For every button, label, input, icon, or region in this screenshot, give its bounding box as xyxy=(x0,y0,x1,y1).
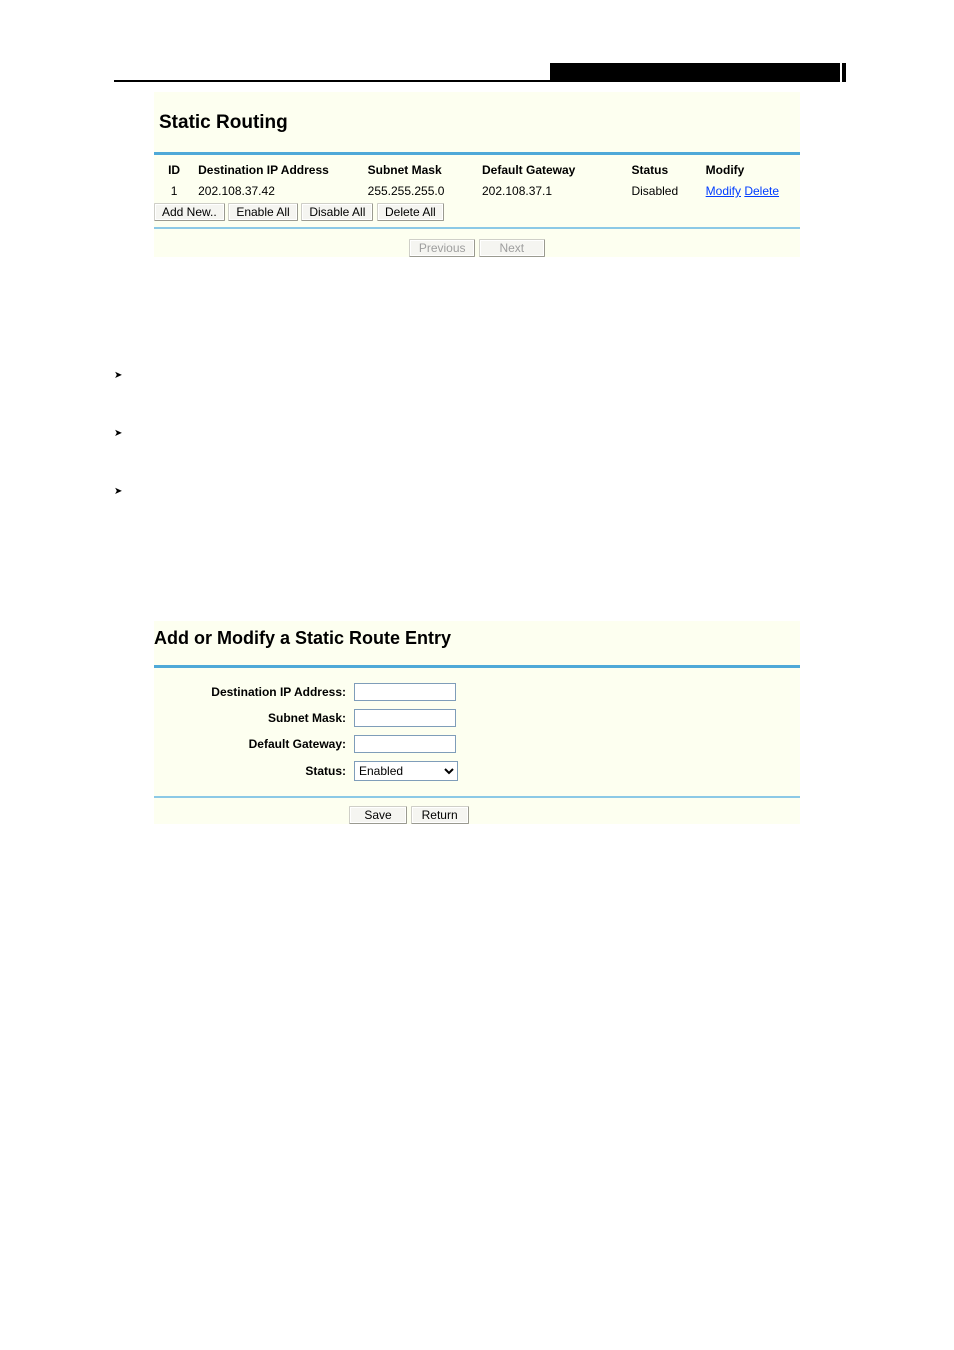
cell-actions: Modify Delete xyxy=(706,181,800,201)
toolbar-row: Add New.. Enable All Disable All Delete … xyxy=(154,203,800,221)
label-gateway: Default Gateway: xyxy=(156,732,352,756)
list-item: ➤ xyxy=(114,425,840,443)
routing-table: ID Destination IP Address Subnet Mask De… xyxy=(154,159,800,201)
cell-status: Disabled xyxy=(631,181,705,201)
static-routing-panel: Static Routing ID Destination IP Address… xyxy=(154,92,800,257)
add-new-button[interactable]: Add New.. xyxy=(154,203,225,221)
table-header-row: ID Destination IP Address Subnet Mask De… xyxy=(154,159,800,181)
divider xyxy=(154,152,800,155)
col-modify: Modify xyxy=(706,159,800,181)
description-area: ➤ ➤ ➤ xyxy=(114,367,840,501)
label-destination: Destination IP Address: xyxy=(156,680,352,704)
divider xyxy=(154,227,800,229)
list-item: ➤ xyxy=(114,367,840,385)
static-route-form: Destination IP Address: Subnet Mask: Def… xyxy=(154,678,800,786)
cell-gateway: 202.108.37.1 xyxy=(482,181,631,201)
col-gateway: Default Gateway xyxy=(482,159,631,181)
panel-title: Static Routing xyxy=(159,112,800,134)
divider xyxy=(154,796,800,798)
delete-all-button[interactable]: Delete All xyxy=(377,203,444,221)
table-row: 1 202.108.37.42 255.255.255.0 202.108.37… xyxy=(154,181,800,201)
cell-destination: 202.108.37.42 xyxy=(198,181,368,201)
header-rule xyxy=(114,80,840,82)
col-status: Status xyxy=(631,159,705,181)
save-button[interactable]: Save xyxy=(349,806,407,824)
bullet-icon: ➤ xyxy=(114,483,134,499)
col-destination: Destination IP Address xyxy=(198,159,368,181)
modify-link[interactable]: Modify xyxy=(706,184,741,198)
header-blackout xyxy=(550,63,840,82)
subnet-mask-input[interactable] xyxy=(354,709,456,727)
cell-subnet: 255.255.255.0 xyxy=(368,181,482,201)
status-select[interactable]: EnabledDisabled xyxy=(354,761,458,781)
return-button[interactable]: Return xyxy=(411,806,469,824)
destination-ip-input[interactable] xyxy=(354,683,456,701)
list-item: ➤ xyxy=(114,483,840,501)
add-modify-panel: Add or Modify a Static Route Entry Desti… xyxy=(154,621,800,824)
bullet-icon: ➤ xyxy=(114,425,134,441)
disable-all-button[interactable]: Disable All xyxy=(301,203,373,221)
delete-link[interactable]: Delete xyxy=(744,184,779,198)
default-gateway-input[interactable] xyxy=(354,735,456,753)
divider xyxy=(154,665,800,668)
previous-button: Previous xyxy=(409,239,475,257)
next-button: Next xyxy=(479,239,545,257)
panel-title: Add or Modify a Static Route Entry xyxy=(154,628,800,649)
col-subnet: Subnet Mask xyxy=(368,159,482,181)
label-status: Status: xyxy=(156,758,352,784)
enable-all-button[interactable]: Enable All xyxy=(228,203,297,221)
form-buttons: Save Return xyxy=(349,806,800,824)
bullet-icon: ➤ xyxy=(114,367,134,383)
cell-id: 1 xyxy=(154,181,198,201)
pager: Previous Next xyxy=(154,239,800,257)
col-id: ID xyxy=(154,159,198,181)
label-subnet: Subnet Mask: xyxy=(156,706,352,730)
